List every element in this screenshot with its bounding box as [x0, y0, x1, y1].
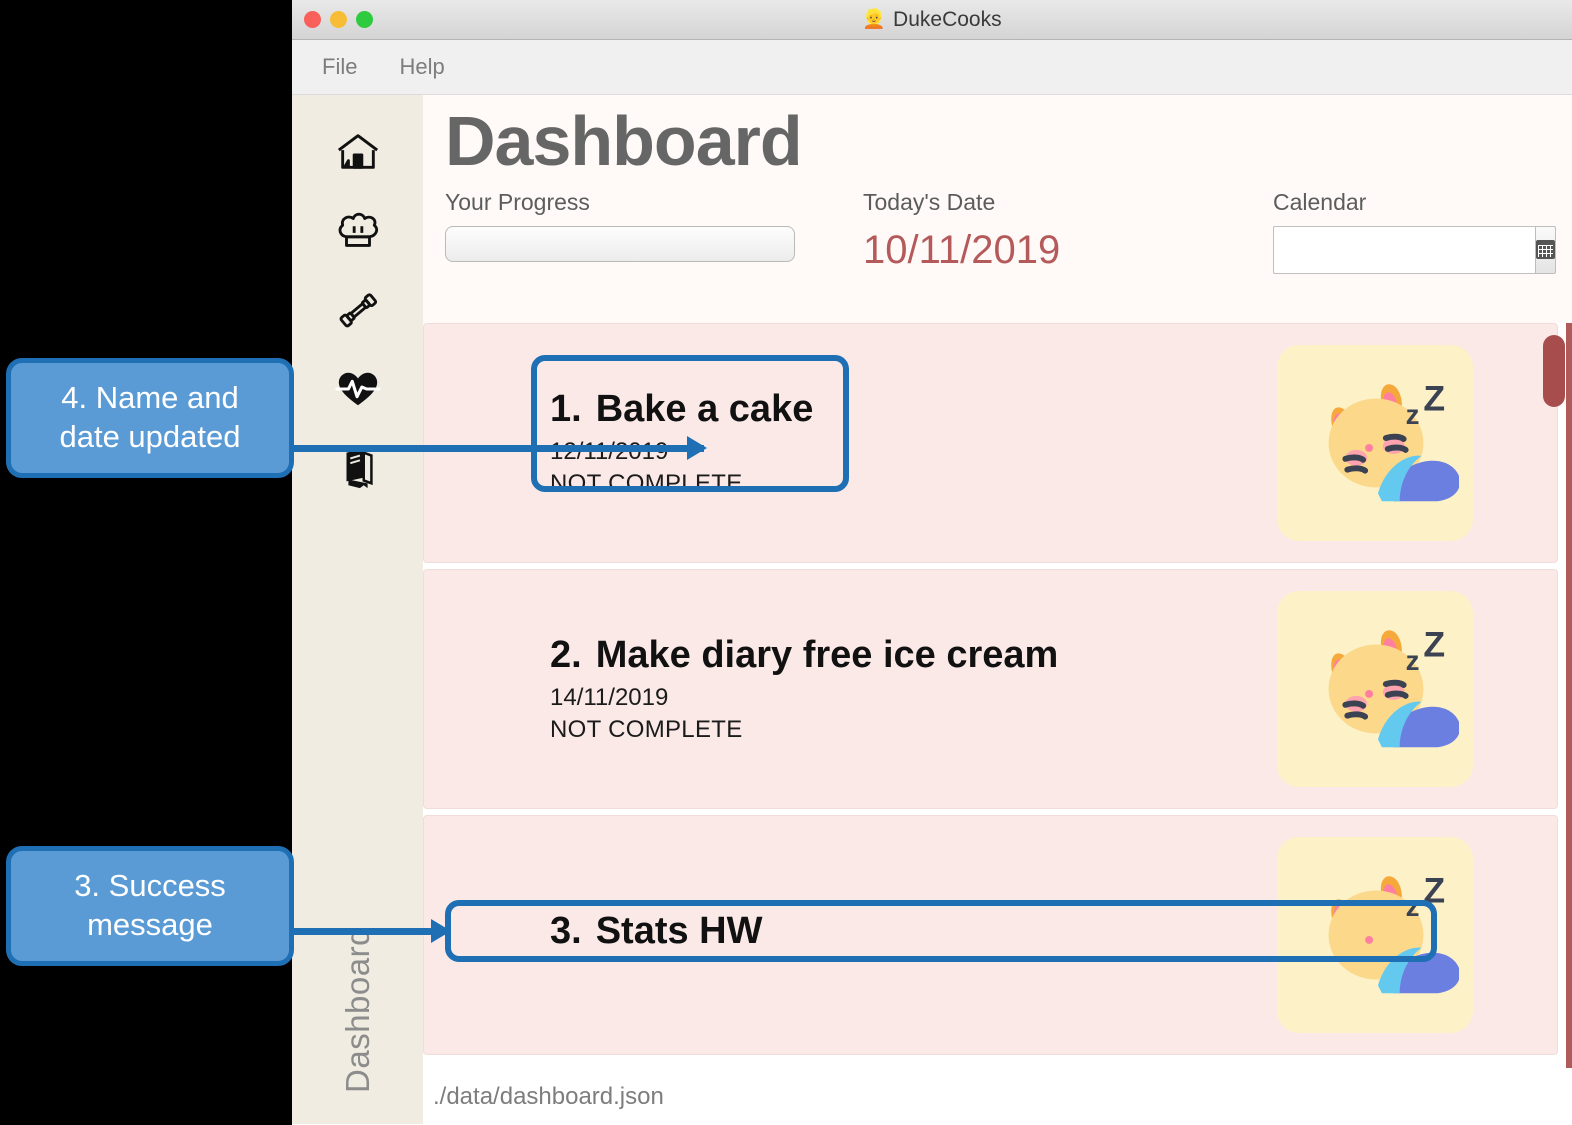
panel-right-edge [1566, 323, 1572, 1068]
task-number: 1. [550, 388, 582, 431]
svg-text:Z: Z [1423, 378, 1445, 418]
calendar-picker-button[interactable] [1535, 225, 1556, 274]
maximize-button[interactable] [356, 11, 373, 28]
task-title: 1. Bake a cake [550, 388, 1277, 432]
today-date-label: Today's Date [863, 188, 996, 215]
menu-item-help[interactable]: Help [399, 54, 444, 80]
task-row[interactable]: 2. Make diary free ice cream 14/11/2019 N… [423, 569, 1558, 809]
minimize-button[interactable] [330, 11, 347, 28]
task-title: 3. Stats HW [550, 910, 1277, 954]
calendar-field: Calendar [1273, 189, 1569, 274]
window-controls [304, 11, 373, 28]
sidebar-item-home[interactable] [327, 121, 389, 183]
window-title: 👱 DukeCooks [862, 8, 1001, 32]
sleeping-cat-icon: z Z [1291, 612, 1461, 767]
task-number: 2. [550, 634, 582, 677]
task-date: 14/11/2019 [550, 683, 669, 711]
annotation-arrow-name-date [288, 436, 707, 460]
app-body: Dashboard Dashboard Your Progress Today'… [292, 95, 1572, 1124]
task-title: 2. Make diary free ice cream [550, 634, 1277, 678]
annotation-callout-success: 3. Success message [6, 846, 294, 966]
header-fields-row: Your Progress Today's Date 10/11/2019 Ca… [445, 189, 1572, 274]
app-window: 👱 DukeCooks File Help Dashboard Dashboar… [292, 0, 1572, 1125]
status-bar-path: ./data/dashboard.json [433, 1082, 664, 1110]
screenshot-root: 👱 DukeCooks File Help Dashboard Dashboar… [0, 0, 1572, 1125]
today-date-value: 10/11/2019 [863, 227, 1061, 272]
today-date-field: Today's Date 10/11/2019 [863, 189, 1273, 270]
title-bar: 👱 DukeCooks [292, 0, 1572, 40]
dashboard-header: Dashboard Your Progress Today's Date 10/… [423, 95, 1572, 323]
task-details: 2. Make diary free ice cream 14/11/2019 N… [550, 634, 1277, 744]
task-name: Make diary free ice cream [595, 634, 1059, 677]
task-number: 3. [550, 910, 582, 953]
sidebar-page-label: Dashboard [338, 927, 376, 1093]
calendar-datepicker[interactable] [1273, 225, 1556, 274]
svg-text:z: z [1406, 399, 1420, 430]
heart-pulse-icon [334, 366, 381, 412]
task-details: 3. Stats HW [550, 910, 1277, 960]
svg-text:Z: Z [1423, 624, 1445, 664]
task-name: Stats HW [595, 910, 763, 953]
dumbbell-icon [335, 287, 381, 333]
menu-bar: File Help [292, 40, 1572, 95]
task-thumbnail: z Z [1277, 837, 1473, 1033]
task-details: 1.Bake a cake 12/11/2019 NOT COMPLETE [550, 388, 1277, 498]
sidebar-item-workout[interactable] [327, 279, 389, 341]
progress-field: Your Progress [445, 189, 863, 262]
svg-text:z: z [1406, 645, 1420, 676]
task-row[interactable]: 1.Bake a cake 12/11/2019 NOT COMPLETE [423, 323, 1558, 563]
calendar-icon [1536, 240, 1555, 259]
house-icon [335, 129, 381, 175]
sidebar-item-health[interactable] [327, 358, 389, 420]
sidebar-rail: Dashboard [292, 95, 423, 1124]
task-list[interactable]: 1.Bake a cake 12/11/2019 NOT COMPLETE [423, 323, 1572, 1068]
task-thumbnail: z Z [1277, 345, 1473, 541]
annotation-callout-name-date: 4. Name and date updated [6, 358, 294, 478]
main-content: Dashboard Your Progress Today's Date 10/… [423, 95, 1572, 1124]
task-name: Bake a cake [595, 388, 814, 431]
calendar-input[interactable] [1273, 225, 1535, 274]
chef-hat-icon [335, 208, 381, 254]
task-row[interactable]: 3. Stats HW z Z [423, 815, 1558, 1055]
status-bar: ./data/dashboard.json [423, 1068, 1572, 1124]
task-status: NOT COMPLETE [550, 469, 743, 497]
annotation-arrow-success [288, 919, 451, 943]
progress-bar [445, 225, 795, 262]
window-title-text: DukeCooks [893, 7, 1002, 31]
progress-label: Your Progress [445, 188, 590, 215]
svg-text:Z: Z [1423, 870, 1445, 910]
task-thumbnail: z Z [1277, 591, 1473, 787]
menu-item-file[interactable]: File [322, 54, 357, 80]
task-status: NOT COMPLETE [550, 715, 743, 743]
chef-emoji-icon: 👱 [862, 9, 887, 30]
calendar-label: Calendar [1273, 188, 1367, 215]
close-button[interactable] [304, 11, 321, 28]
sleeping-cat-icon: z Z [1291, 366, 1461, 521]
page-title: Dashboard [445, 102, 803, 180]
sidebar-item-recipes[interactable] [327, 200, 389, 262]
sleeping-cat-icon: z Z [1291, 858, 1461, 1013]
svg-text:z: z [1406, 891, 1420, 922]
